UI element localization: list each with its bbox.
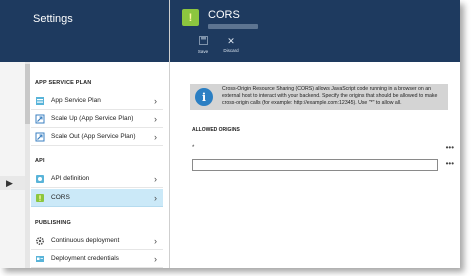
- cors-title: CORS: [208, 9, 240, 21]
- more-options-icon[interactable]: •••: [446, 160, 454, 168]
- cors-header: ! CORS Save ✕ Discard: [170, 0, 460, 62]
- settings-title: Settings: [33, 13, 73, 25]
- section-api: API: [35, 158, 45, 164]
- previous-blade-edge: ▶: [0, 0, 26, 268]
- scale-out-icon: [35, 132, 45, 142]
- discard-button[interactable]: ✕ Discard: [220, 36, 242, 53]
- chevron-right-icon: ›: [154, 113, 157, 124]
- gear-icon: [35, 236, 45, 246]
- origin-row: * •••: [192, 144, 454, 155]
- previous-blade-header: [0, 0, 25, 62]
- app-service-plan-icon: [35, 96, 45, 106]
- settings-item-api-definition[interactable]: API definition ›: [31, 170, 163, 188]
- cors-blade: ! CORS Save ✕ Discard i Cross-Origin Res…: [170, 0, 460, 268]
- save-label: Save: [197, 49, 209, 54]
- settings-item-label: App Service Plan: [51, 97, 101, 104]
- chevron-right-icon: ›: [154, 235, 157, 246]
- settings-item-scale-up[interactable]: Scale Up (App Service Plan) ›: [31, 110, 163, 128]
- cors-icon: !: [182, 9, 199, 26]
- settings-scrollbar-thumb[interactable]: [25, 64, 30, 124]
- settings-item-label: Continuous deployment: [51, 237, 120, 244]
- settings-blade: Settings APP SERVICE PLAN App Service Pl…: [25, 0, 170, 268]
- info-text: Cross-Origin Resource Sharing (CORS) all…: [222, 86, 438, 107]
- settings-item-app-service-plan[interactable]: App Service Plan ›: [31, 92, 163, 110]
- info-banner: i Cross-Origin Resource Sharing (CORS) a…: [190, 84, 448, 110]
- credentials-icon: [35, 254, 45, 264]
- settings-item-deployment-credentials[interactable]: Deployment credentials ›: [31, 250, 163, 268]
- chevron-right-icon: ▶: [6, 178, 13, 188]
- more-options-icon[interactable]: •••: [446, 144, 454, 152]
- chevron-right-icon: ›: [154, 192, 157, 203]
- cors-subtitle-redacted: [208, 24, 258, 29]
- chevron-right-icon: ›: [154, 253, 157, 264]
- save-button[interactable]: Save: [192, 36, 214, 54]
- allowed-origins-label: ALLOWED ORIGINS: [192, 127, 240, 133]
- settings-item-label: API definition: [51, 175, 90, 182]
- info-icon: i: [195, 88, 213, 106]
- settings-item-label: Scale Up (App Service Plan): [51, 115, 134, 122]
- scale-up-icon: [35, 114, 45, 124]
- api-definition-icon: [35, 174, 45, 184]
- new-origin-row: •••: [192, 159, 454, 171]
- settings-item-continuous-deployment[interactable]: Continuous deployment ›: [31, 232, 163, 250]
- portal-window: ▶ Settings APP SERVICE PLAN App Service …: [0, 0, 460, 268]
- settings-item-label: Deployment credentials: [51, 255, 119, 262]
- new-origin-input[interactable]: [192, 159, 438, 171]
- cors-icon: [35, 193, 45, 203]
- discard-label: Discard: [223, 48, 239, 53]
- save-icon: [192, 36, 214, 47]
- settings-header: Settings: [25, 0, 169, 62]
- settings-item-label: Scale Out (App Service Plan): [51, 133, 136, 140]
- section-app-service-plan: APP SERVICE PLAN: [35, 80, 92, 86]
- chevron-right-icon: ›: [154, 95, 157, 106]
- settings-item-label: CORS: [51, 194, 70, 201]
- settings-item-cors[interactable]: CORS ›: [31, 189, 163, 207]
- settings-item-scale-out[interactable]: Scale Out (App Service Plan) ›: [31, 128, 163, 146]
- origin-value: *: [192, 145, 195, 151]
- chevron-right-icon: ›: [154, 131, 157, 142]
- section-publishing: PUBLISHING: [35, 220, 71, 226]
- close-icon: ✕: [227, 36, 235, 46]
- chevron-right-icon: ›: [154, 173, 157, 184]
